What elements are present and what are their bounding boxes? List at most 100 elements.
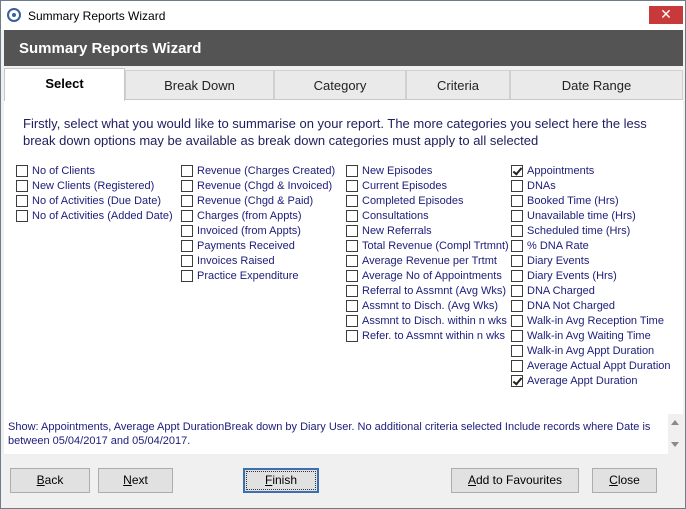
- option-checkbox[interactable]: [511, 254, 523, 267]
- option-label: Revenue (Charges Created): [197, 164, 336, 177]
- option-checkbox[interactable]: [181, 254, 193, 267]
- close-button[interactable]: Close: [592, 468, 657, 493]
- option-checkbox[interactable]: [346, 164, 358, 177]
- option-row[interactable]: Walk-in Avg Reception Time: [511, 313, 671, 328]
- option-row[interactable]: Average Actual Appt Duration: [511, 358, 671, 373]
- tab-break-down[interactable]: Break Down: [125, 70, 274, 100]
- option-row[interactable]: Walk-in Avg Appt Duration: [511, 343, 671, 358]
- finish-button[interactable]: Finish: [243, 468, 319, 493]
- option-row[interactable]: New Clients (Registered): [16, 178, 173, 193]
- option-checkbox[interactable]: [181, 209, 193, 222]
- option-checkbox[interactable]: [346, 209, 358, 222]
- option-row[interactable]: Revenue (Chgd & Paid): [181, 193, 335, 208]
- option-checkbox[interactable]: [346, 254, 358, 267]
- option-checkbox[interactable]: [16, 164, 28, 177]
- option-checkbox[interactable]: [511, 194, 523, 207]
- option-row[interactable]: Assmnt to Disch. within n wks: [346, 313, 509, 328]
- option-row[interactable]: Refer. to Assmnt within n wks: [346, 328, 509, 343]
- option-checkbox[interactable]: [511, 284, 523, 297]
- option-checkbox[interactable]: [511, 209, 523, 222]
- option-checkbox[interactable]: [181, 224, 193, 237]
- option-row[interactable]: DNA Not Charged: [511, 298, 671, 313]
- option-row[interactable]: Invoices Raised: [181, 253, 335, 268]
- option-checkbox[interactable]: [16, 179, 28, 192]
- option-checkbox[interactable]: [511, 359, 523, 372]
- option-checkbox[interactable]: [511, 344, 523, 357]
- option-row[interactable]: Practice Expenditure: [181, 268, 335, 283]
- option-checkbox[interactable]: [181, 269, 193, 282]
- summary-scrollbar[interactable]: [668, 414, 683, 454]
- back-button[interactable]: Back: [10, 468, 90, 493]
- option-checkbox[interactable]: [511, 164, 523, 177]
- close-mnemonic: C: [609, 473, 618, 487]
- tab-criteria[interactable]: Criteria: [406, 70, 510, 100]
- option-row[interactable]: Current Episodes: [346, 178, 509, 193]
- option-row[interactable]: DNA Charged: [511, 283, 671, 298]
- option-row[interactable]: New Referrals: [346, 223, 509, 238]
- option-label: Average Appt Duration: [527, 374, 638, 387]
- option-row[interactable]: Diary Events (Hrs): [511, 268, 671, 283]
- option-checkbox[interactable]: [346, 314, 358, 327]
- option-checkbox[interactable]: [511, 299, 523, 312]
- option-row[interactable]: Unavailable time (Hrs): [511, 208, 671, 223]
- tab-category[interactable]: Category: [274, 70, 406, 100]
- next-button[interactable]: Next: [98, 468, 173, 493]
- option-checkbox[interactable]: [181, 164, 193, 177]
- option-row[interactable]: Average No of Appointments: [346, 268, 509, 283]
- option-checkbox[interactable]: [346, 224, 358, 237]
- option-row[interactable]: Revenue (Chgd & Invoiced): [181, 178, 335, 193]
- option-checkbox[interactable]: [181, 194, 193, 207]
- option-row[interactable]: Completed Episodes: [346, 193, 509, 208]
- option-label: Booked Time (Hrs): [527, 194, 619, 207]
- tab-select[interactable]: Select: [4, 68, 125, 101]
- option-row[interactable]: Average Revenue per Trtmt: [346, 253, 509, 268]
- option-column-2: Revenue (Charges Created) Revenue (Chgd &…: [181, 163, 335, 283]
- scroll-down-icon[interactable]: [671, 442, 679, 447]
- option-row[interactable]: Booked Time (Hrs): [511, 193, 671, 208]
- option-checkbox[interactable]: [346, 284, 358, 297]
- option-checkbox[interactable]: [511, 374, 523, 387]
- option-checkbox[interactable]: [511, 329, 523, 342]
- option-row[interactable]: Revenue (Charges Created): [181, 163, 335, 178]
- tab-date-range[interactable]: Date Range: [510, 70, 683, 100]
- option-checkbox[interactable]: [181, 179, 193, 192]
- option-row[interactable]: Walk-in Avg Waiting Time: [511, 328, 671, 343]
- option-row[interactable]: Payments Received: [181, 238, 335, 253]
- option-checkbox[interactable]: [511, 224, 523, 237]
- option-checkbox[interactable]: [346, 239, 358, 252]
- option-row[interactable]: Referral to Assmnt (Avg Wks): [346, 283, 509, 298]
- option-row[interactable]: Scheduled time (Hrs): [511, 223, 671, 238]
- option-checkbox[interactable]: [346, 329, 358, 342]
- option-row[interactable]: Total Revenue (Compl Trtmnt): [346, 238, 509, 253]
- option-row[interactable]: Consultations: [346, 208, 509, 223]
- option-row[interactable]: Appointments: [511, 163, 671, 178]
- option-checkbox[interactable]: [16, 194, 28, 207]
- option-checkbox[interactable]: [511, 269, 523, 282]
- option-row[interactable]: No of Activities (Added Date): [16, 208, 173, 223]
- option-checkbox[interactable]: [181, 239, 193, 252]
- option-row[interactable]: Invoiced (from Appts): [181, 223, 335, 238]
- option-checkbox[interactable]: [346, 299, 358, 312]
- summary-text: Show: Appointments, Average Appt Duratio…: [8, 421, 651, 447]
- option-checkbox[interactable]: [511, 179, 523, 192]
- option-label: New Clients (Registered): [32, 179, 155, 192]
- add-to-favourites-button[interactable]: Add to Favourites: [451, 468, 579, 493]
- option-row[interactable]: Average Appt Duration: [511, 373, 671, 388]
- option-checkbox[interactable]: [346, 179, 358, 192]
- option-row[interactable]: New Episodes: [346, 163, 509, 178]
- option-row[interactable]: % DNA Rate: [511, 238, 671, 253]
- option-checkbox[interactable]: [511, 239, 523, 252]
- option-row[interactable]: No of Clients: [16, 163, 173, 178]
- option-checkbox[interactable]: [346, 269, 358, 282]
- scroll-up-icon[interactable]: [671, 420, 679, 425]
- button-bar: Back Next Finish Add to Favourites Close: [1, 454, 685, 508]
- option-checkbox[interactable]: [346, 194, 358, 207]
- window-close-button[interactable]: ✕: [649, 6, 683, 24]
- option-row[interactable]: Charges (from Appts): [181, 208, 335, 223]
- option-row[interactable]: DNAs: [511, 178, 671, 193]
- option-checkbox[interactable]: [511, 314, 523, 327]
- option-row[interactable]: Diary Events: [511, 253, 671, 268]
- option-row[interactable]: Assmnt to Disch. (Avg Wks): [346, 298, 509, 313]
- option-checkbox[interactable]: [16, 209, 28, 222]
- option-row[interactable]: No of Activities (Due Date): [16, 193, 173, 208]
